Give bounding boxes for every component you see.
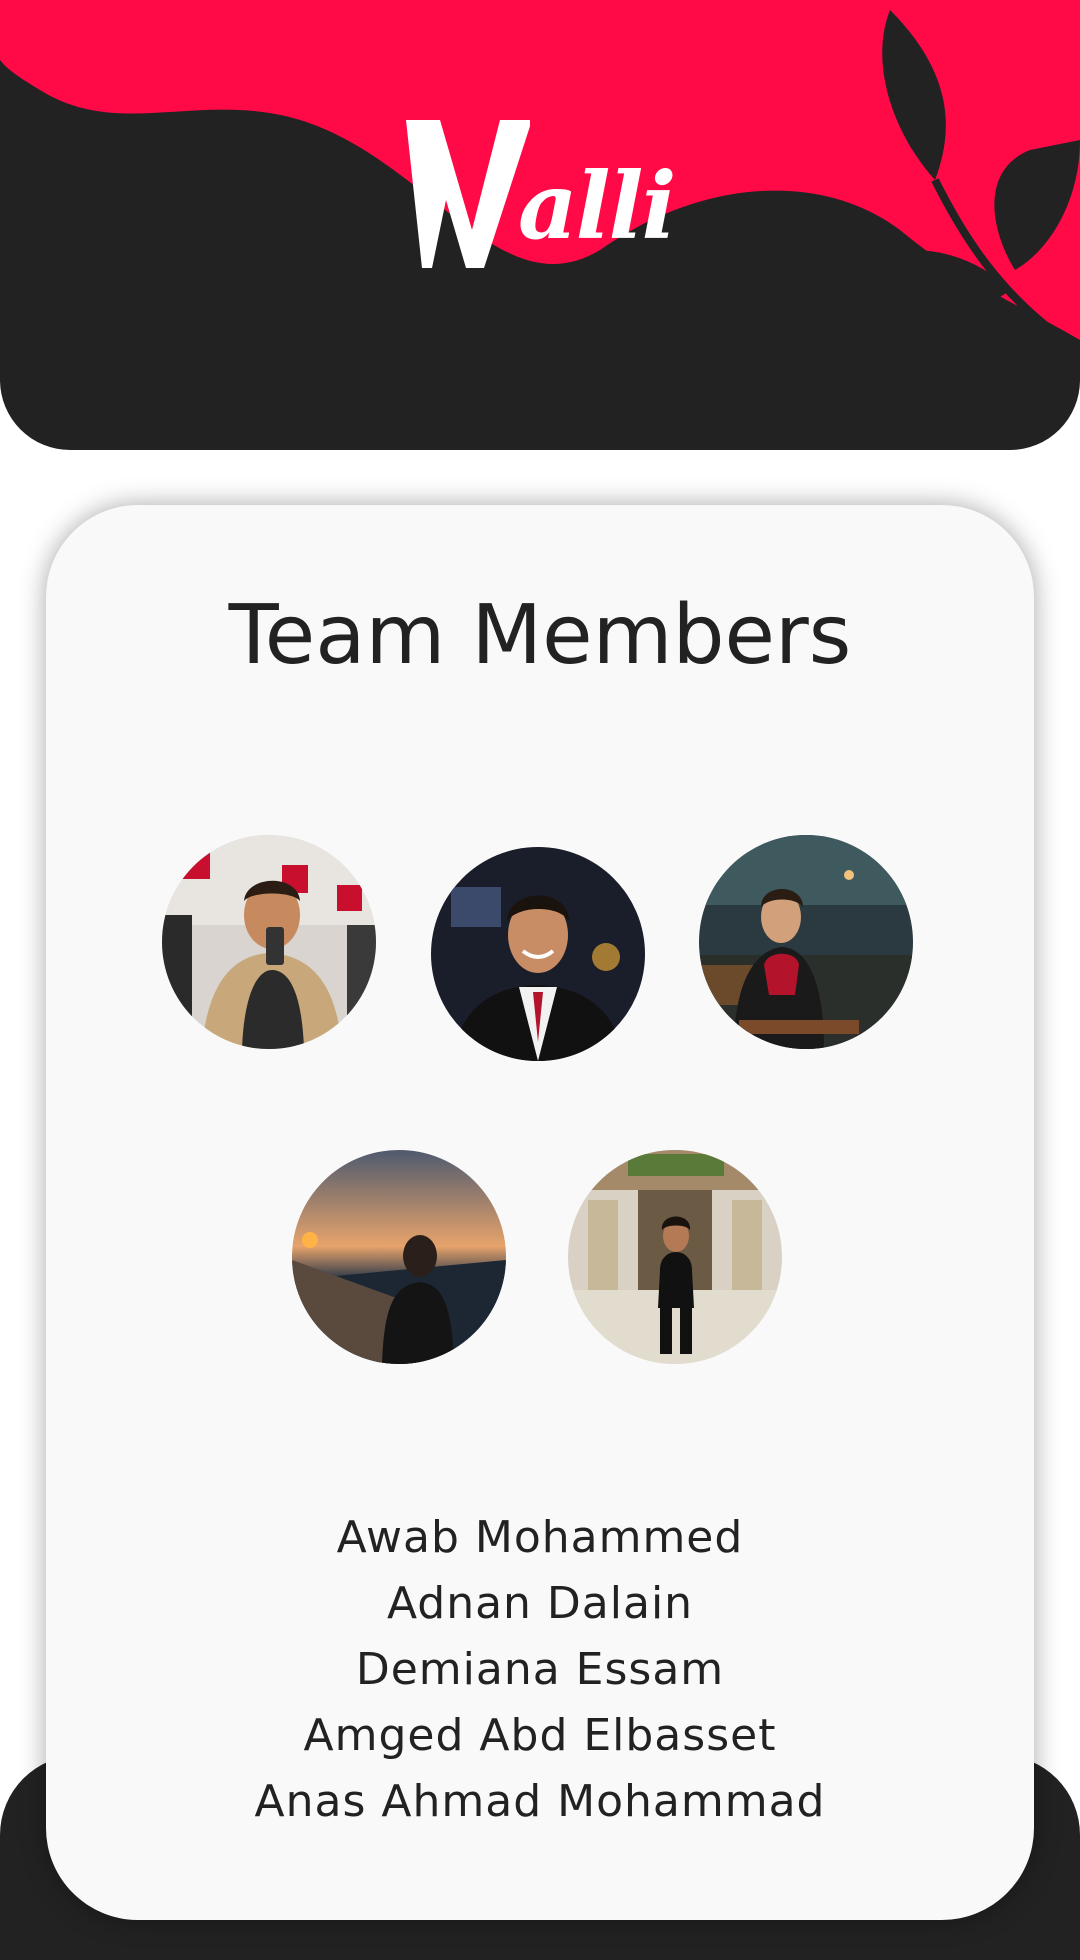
member-names-list: Awab Mohammed Adnan Dalain Demiana Essam…: [46, 1505, 1034, 1835]
member-name: Adnan Dalain: [386, 1578, 694, 1629]
team-card: Team Members Awab Mohammed Adnan Dalain …: [46, 505, 1034, 1920]
member-name: Demiana Essam: [355, 1644, 725, 1695]
avatar-photo-5: [568, 1150, 782, 1364]
avatar-photo-1: [162, 835, 376, 1049]
avatar-photo-3: [699, 835, 913, 1049]
avatar-photo-2: [431, 847, 645, 1061]
member-name: Awab Mohammed: [336, 1512, 744, 1563]
page-title: Team Members: [228, 588, 852, 683]
member-name: Amged Abd Elbasset: [303, 1710, 777, 1761]
logo-w-mark: [406, 120, 530, 268]
header-banner: alli: [0, 0, 1080, 450]
member-name: Anas Ahmad Mohammad: [254, 1776, 826, 1827]
avatar-photo-4: [292, 1150, 506, 1364]
app-logo: alli: [400, 108, 690, 278]
leaf-decoration-icon: [880, 10, 1080, 354]
logo-wordmark: alli: [518, 152, 676, 260]
team-members-screen: alli Team Members Awab Mohammed Adnan Da…: [0, 0, 1080, 1960]
